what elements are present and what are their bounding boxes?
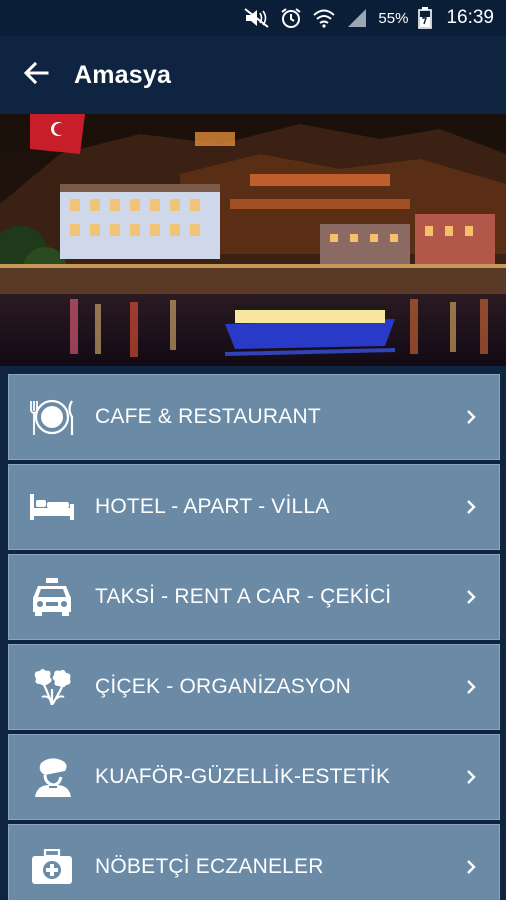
hero-image	[0, 114, 506, 366]
mute-icon	[244, 8, 270, 28]
chevron-right-icon	[443, 499, 499, 515]
clock: 16:39	[446, 7, 494, 28]
back-button[interactable]	[4, 36, 68, 114]
alarm-icon	[280, 7, 302, 29]
flowers-icon	[9, 644, 95, 730]
chevron-right-icon	[443, 769, 499, 785]
battery-icon	[418, 7, 433, 29]
menu-item-label: CAFE & RESTAURANT	[95, 405, 321, 428]
menu-item-hotel-apart-villa[interactable]: HOTEL - APART - VİLLA	[8, 464, 500, 550]
menu-item-taxi-rent-a-car[interactable]: TAKSİ - RENT A CAR - ÇEKİCİ	[8, 554, 500, 640]
menu-item-kuafor-guzellik-estetik[interactable]: KUAFÖR-GÜZELLİK-ESTETİK	[8, 734, 500, 820]
first-aid-kit-icon	[9, 824, 95, 900]
arrow-left-icon	[23, 61, 49, 90]
city-night-photo	[0, 114, 506, 366]
wifi-icon	[312, 8, 336, 28]
hairdresser-icon	[9, 734, 95, 820]
signal-icon	[346, 8, 368, 28]
menu-item-cicek-organizasyon[interactable]: ÇİÇEK - ORGANİZASYON	[8, 644, 500, 730]
battery-percent: 55%	[378, 9, 409, 27]
page-title: Amasya	[74, 60, 172, 89]
menu-item-label: HOTEL - APART - VİLLA	[95, 495, 330, 518]
taxi-icon	[9, 554, 95, 640]
menu-item-nobetci-eczaneler[interactable]: NÖBETÇİ ECZANELER	[8, 824, 500, 900]
menu-item-cafe-restaurant[interactable]: CAFE & RESTAURANT	[8, 374, 500, 460]
chevron-right-icon	[443, 409, 499, 425]
status-bar: 55% 16:39	[0, 0, 506, 36]
menu-item-label: KUAFÖR-GÜZELLİK-ESTETİK	[95, 765, 391, 788]
plate-cutlery-icon	[9, 374, 95, 460]
bed-icon	[9, 464, 95, 550]
menu-item-label: NÖBETÇİ ECZANELER	[95, 855, 324, 878]
chevron-right-icon	[443, 589, 499, 605]
menu-item-label: TAKSİ - RENT A CAR - ÇEKİCİ	[95, 585, 392, 608]
app-bar: Amasya	[0, 36, 506, 114]
category-menu: CAFE & RESTAURANT HOTEL - APART - VİLLA	[0, 366, 506, 900]
chevron-right-icon	[443, 679, 499, 695]
chevron-right-icon	[443, 859, 499, 875]
menu-item-label: ÇİÇEK - ORGANİZASYON	[95, 675, 352, 698]
